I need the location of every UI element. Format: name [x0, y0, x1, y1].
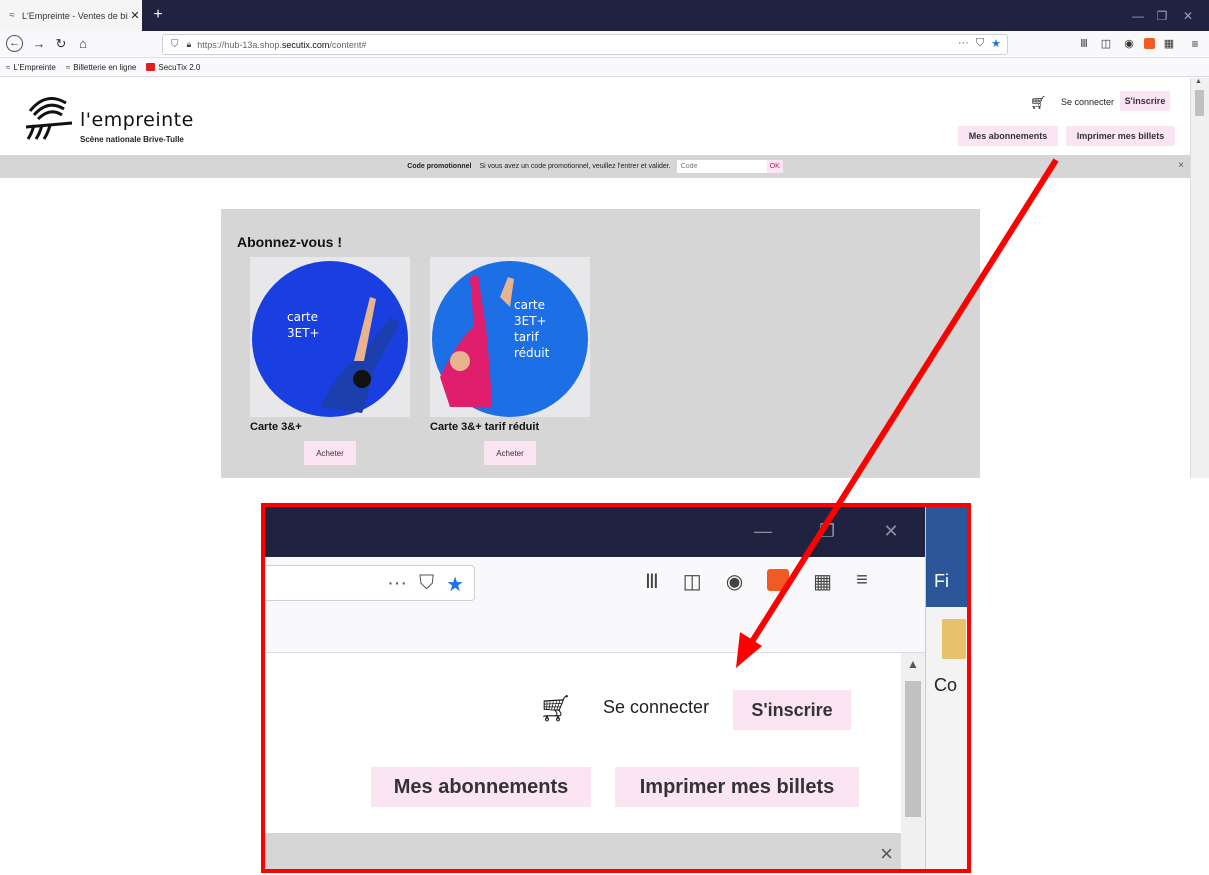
screenshot-root: ≈ L'Empreinte - Ventes de billets ✕ + — …: [0, 0, 1209, 875]
callout-arrow-icon: [736, 158, 1059, 668]
